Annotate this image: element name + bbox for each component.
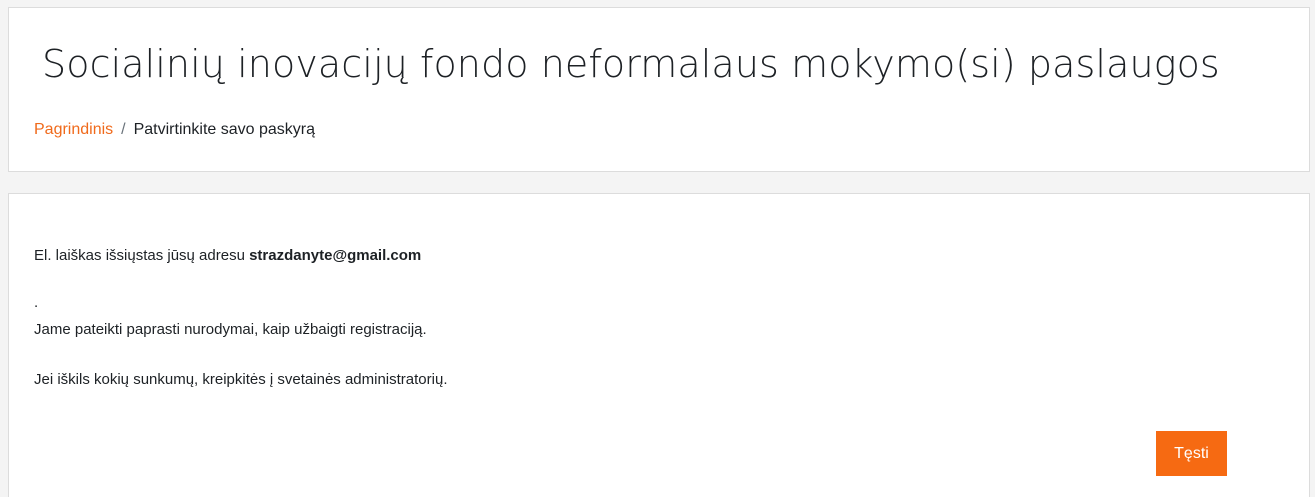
confirmation-panel: El. laiškas išsiųstas jūsų adresu strazd…: [8, 193, 1310, 497]
breadcrumb-current: Patvirtinkite savo paskyrą: [133, 121, 316, 138]
breadcrumb: Pagrindinis / Patvirtinkite savo paskyrą: [34, 119, 315, 141]
page: Socialinių inovacijų fondo neformalaus m…: [0, 0, 1315, 497]
email-address: strazdanyte@gmail.com: [249, 247, 422, 264]
email-sent-message: El. laiškas išsiųstas jūsų adresu strazd…: [34, 246, 421, 266]
continue-button[interactable]: Tęsti: [1156, 431, 1227, 476]
breadcrumb-home-link[interactable]: Pagrindinis: [34, 121, 113, 138]
instructions-message: Jame pateikti paprasti nurodymai, kaip u…: [34, 321, 427, 338]
email-sent-text: El. laiškas išsiųstas jūsų adresu: [34, 247, 250, 264]
help-message: Jei iškils kokių sunkumų, kreipkitės į s…: [34, 371, 448, 388]
page-header: Socialinių inovacijų fondo neformalaus m…: [8, 7, 1310, 172]
page-title: Socialinių inovacijų fondo neformalaus m…: [42, 42, 1220, 86]
breadcrumb-separator: /: [121, 121, 126, 138]
sentence-dot: .: [34, 294, 39, 311]
